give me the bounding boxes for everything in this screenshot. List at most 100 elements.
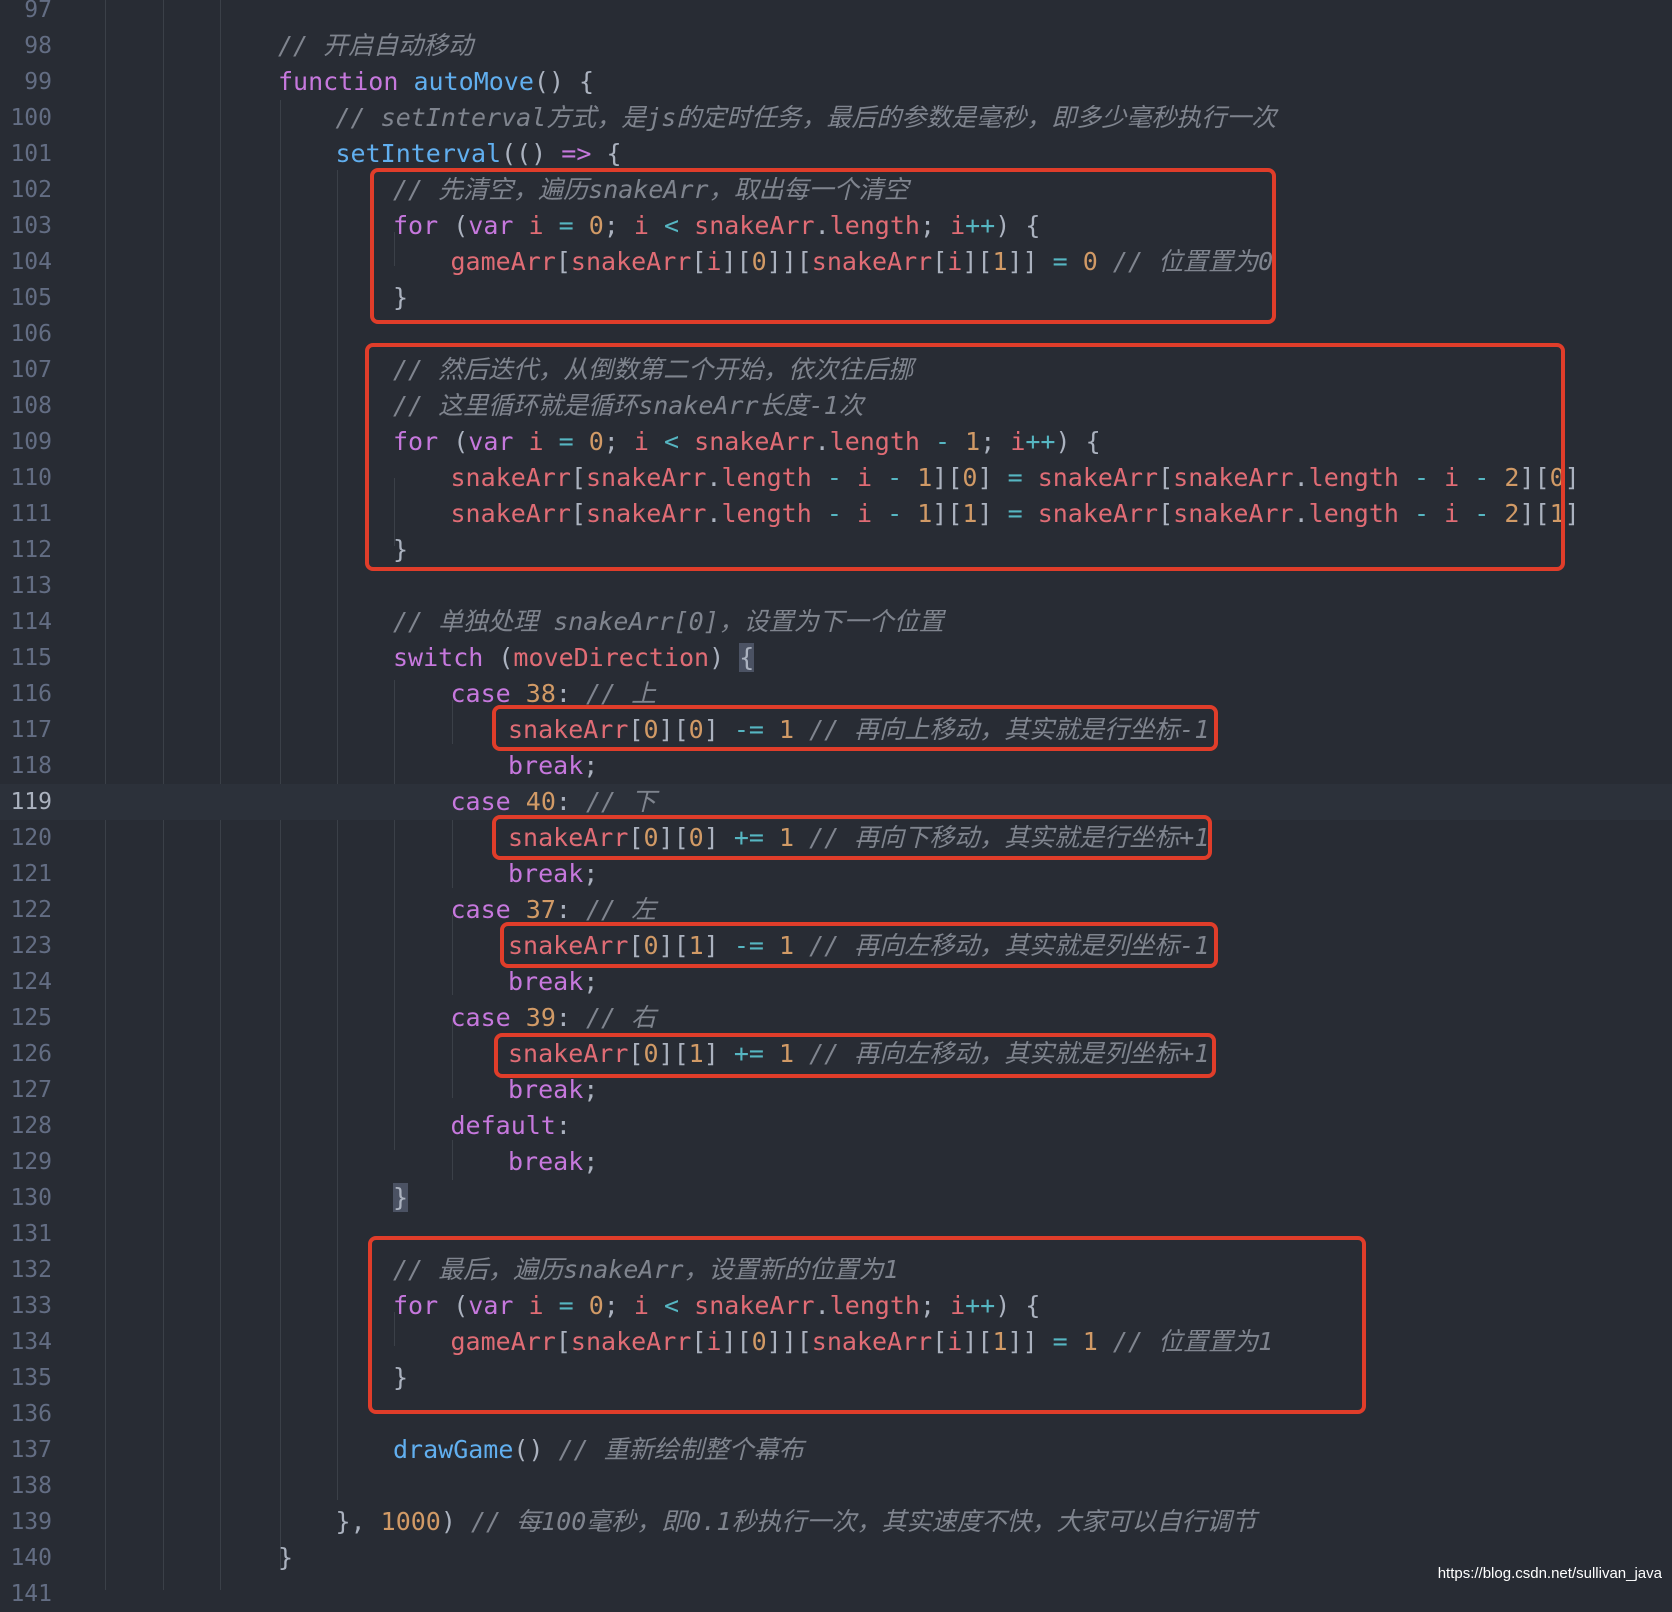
code-text[interactable]: } xyxy=(278,1540,293,1576)
token-punc: : xyxy=(555,679,586,708)
code-text[interactable]: case 39: // 右 xyxy=(451,1000,657,1036)
code-text[interactable]: // setInterval方式，是js的定时任务，最后的参数是毫秒，即多少毫秒… xyxy=(336,100,1277,136)
code-text[interactable]: } xyxy=(393,1180,409,1216)
line-number[interactable]: 111 xyxy=(0,496,52,532)
code-text[interactable]: switch (moveDirection) { xyxy=(393,640,755,676)
highlight-box-case-up xyxy=(492,705,1218,751)
line-number[interactable]: 103 xyxy=(0,208,52,244)
line-number[interactable]: 98 xyxy=(0,28,52,64)
line-number[interactable]: 133 xyxy=(0,1288,52,1324)
line-number[interactable]: 123 xyxy=(0,928,52,964)
code-text[interactable]: break; xyxy=(508,856,598,892)
line-number[interactable]: 97 xyxy=(0,0,52,28)
line-number[interactable]: 113 xyxy=(0,568,52,604)
token-num: 39 xyxy=(525,1003,556,1032)
line-number[interactable]: 122 xyxy=(0,892,52,928)
line-number[interactable]: 121 xyxy=(0,856,52,892)
line-number[interactable]: 114 xyxy=(0,604,52,640)
line-number[interactable]: 124 xyxy=(0,964,52,1000)
line-number[interactable]: 118 xyxy=(0,748,52,784)
line-number[interactable]: 104 xyxy=(0,244,52,280)
line-number[interactable]: 129 xyxy=(0,1144,52,1180)
code-line[interactable]: 139 }, 1000) // 每100毫秒，即0.1秒执行一次，其实速度不快，大… xyxy=(0,1504,1672,1540)
token-keyword: break xyxy=(508,751,584,780)
token-comment: // 开启自动移动 xyxy=(278,31,474,60)
line-number[interactable]: 110 xyxy=(0,460,52,496)
line-number[interactable]: 141 xyxy=(0,1576,52,1612)
code-line[interactable]: 101 setInterval(() => { xyxy=(0,136,1672,172)
code-line[interactable]: 125 case 39: // 右 xyxy=(0,1000,1672,1036)
token-punc: (() xyxy=(501,139,562,168)
token-fn: autoMove xyxy=(413,67,534,96)
line-number[interactable]: 135 xyxy=(0,1360,52,1396)
line-number[interactable]: 117 xyxy=(0,712,52,748)
code-line[interactable]: 140} xyxy=(0,1540,1672,1576)
token-punc: () { xyxy=(533,67,595,96)
line-number[interactable]: 130 xyxy=(0,1180,52,1216)
line-number[interactable]: 126 xyxy=(0,1036,52,1072)
code-text[interactable]: break; xyxy=(508,1144,598,1180)
highlight-box-case-left xyxy=(500,922,1218,968)
line-number[interactable]: 128 xyxy=(0,1108,52,1144)
line-number[interactable]: 127 xyxy=(0,1072,52,1108)
line-number[interactable]: 105 xyxy=(0,280,52,316)
line-number[interactable]: 101 xyxy=(0,136,52,172)
line-number[interactable]: 137 xyxy=(0,1432,52,1468)
code-text[interactable]: function autoMove() { xyxy=(278,64,594,100)
code-line[interactable]: 128 default: xyxy=(0,1108,1672,1144)
code-line[interactable]: 129 break; xyxy=(0,1144,1672,1180)
code-line[interactable]: 124 break; xyxy=(0,964,1672,1000)
line-number[interactable]: 112 xyxy=(0,532,52,568)
code-text[interactable]: // 开启自动移动 xyxy=(278,28,473,64)
line-number[interactable]: 125 xyxy=(0,1000,52,1036)
code-editor[interactable]: 97 98 // 开启自动移动 99 function autoMove() { 100 /… xyxy=(0,0,1672,1607)
code-text[interactable]: break; xyxy=(508,748,598,784)
token-punc: { xyxy=(591,139,622,168)
token-fn: setInterval xyxy=(335,139,502,168)
code-line[interactable]: 121 break; xyxy=(0,856,1672,892)
line-number[interactable]: 106 xyxy=(0,316,52,352)
line-number[interactable]: 138 xyxy=(0,1468,52,1504)
code-line[interactable]: 118 break; xyxy=(0,748,1672,784)
code-line[interactable]: 114 // 单独处理 snakeArr[0]，设置为下一个位置 xyxy=(0,604,1672,640)
line-number[interactable]: 131 xyxy=(0,1216,52,1252)
token-punc xyxy=(511,679,526,708)
code-line[interactable]: 137 drawGame() // 重新绘制整个幕布 xyxy=(0,1432,1672,1468)
line-number[interactable]: 134 xyxy=(0,1324,52,1360)
token-num: 40 xyxy=(525,787,556,816)
line-number[interactable]: 100 xyxy=(0,100,52,136)
line-number[interactable]: 139 xyxy=(0,1504,52,1540)
code-line[interactable]: 113 xyxy=(0,568,1672,604)
line-number[interactable]: 107 xyxy=(0,352,52,388)
line-number[interactable]: 109 xyxy=(0,424,52,460)
line-number[interactable]: 108 xyxy=(0,388,52,424)
token-punc: ; xyxy=(583,859,599,888)
code-text[interactable]: }, 1000) // 每100毫秒，即0.1秒执行一次，其实速度不快，大家可以… xyxy=(336,1504,1257,1540)
code-text[interactable]: drawGame() // 重新绘制整个幕布 xyxy=(393,1432,804,1468)
code-line[interactable]: 97 xyxy=(0,0,1672,28)
code-line[interactable]: 98 // 开启自动移动 xyxy=(0,28,1672,64)
line-number[interactable]: 115 xyxy=(0,640,52,676)
code-text[interactable]: // 单独处理 snakeArr[0]，设置为下一个位置 xyxy=(393,604,944,640)
code-text[interactable]: break; xyxy=(508,964,598,1000)
line-number[interactable]: 119 xyxy=(0,784,52,820)
line-number[interactable]: 99 xyxy=(0,64,52,100)
line-number[interactable]: 116 xyxy=(0,676,52,712)
line-number[interactable]: 132 xyxy=(0,1252,52,1288)
line-number[interactable]: 136 xyxy=(0,1396,52,1432)
token-keyword: break xyxy=(508,967,584,996)
code-line[interactable]: 100 // setInterval方式，是js的定时任务，最后的参数是毫秒，即多… xyxy=(0,100,1672,136)
code-line[interactable]: 99 function autoMove() { xyxy=(0,64,1672,100)
highlight-box-clear-loop xyxy=(370,168,1276,324)
line-number[interactable]: 120 xyxy=(0,820,52,856)
line-number[interactable]: 140 xyxy=(0,1540,52,1576)
code-line[interactable]: 138 xyxy=(0,1468,1672,1504)
code-text[interactable]: setInterval(() => { xyxy=(336,136,622,172)
token-punc: ) xyxy=(709,643,740,672)
code-line[interactable]: 141 xyxy=(0,1576,1672,1612)
code-line[interactable]: 115 switch (moveDirection) { xyxy=(0,640,1672,676)
code-line[interactable]: 130} xyxy=(0,1180,1672,1216)
code-text[interactable]: default: xyxy=(451,1108,571,1144)
line-number[interactable]: 102 xyxy=(0,172,52,208)
token-bracket-hl: } xyxy=(393,1183,409,1212)
